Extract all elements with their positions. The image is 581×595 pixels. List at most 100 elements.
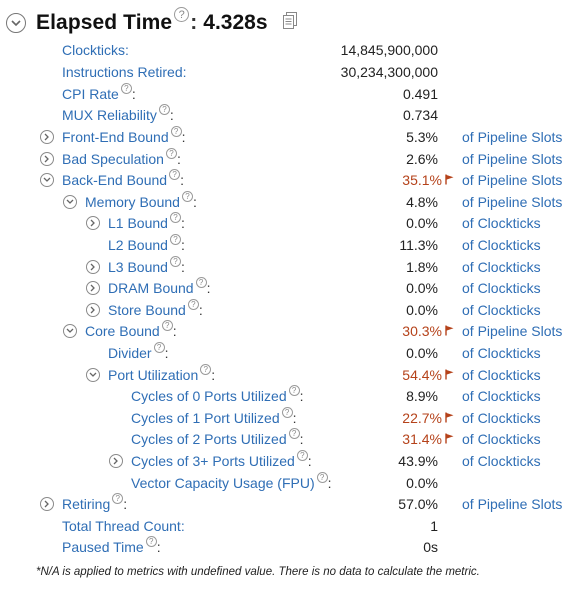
expand-chevron-icon[interactable]: [40, 152, 54, 166]
metric-label[interactable]: CPI Rate?:: [62, 83, 136, 104]
metric-label[interactable]: MUX Reliability?:: [62, 104, 174, 125]
metric-label[interactable]: Back-End Bound?:: [62, 169, 184, 190]
collapse-chevron-icon[interactable]: [63, 324, 77, 338]
metric-unit: of Clockticks: [462, 345, 541, 361]
metric-value-text: 0.0%: [406, 280, 438, 296]
metric-label[interactable]: Vector Capacity Usage (FPU)?:: [131, 472, 332, 493]
metric-row-dram-bound: DRAM Bound?: 0.0% of Clockticks: [0, 277, 581, 300]
metric-value-text: 0.0%: [406, 475, 438, 491]
metric-unit: of Clockticks: [462, 215, 541, 231]
expand-chevron-icon[interactable]: [109, 454, 123, 468]
label-colon: :: [172, 323, 177, 339]
help-icon[interactable]: ?: [316, 472, 328, 483]
help-icon[interactable]: ?: [153, 342, 165, 353]
metric-value: 0.734: [403, 105, 438, 125]
label-colon: :: [164, 345, 169, 361]
flag-icon: [445, 365, 454, 385]
metric-unit: of Clockticks: [462, 431, 541, 447]
expand-chevron-icon[interactable]: [86, 260, 100, 274]
help-icon[interactable]: ?: [169, 256, 181, 267]
metric-label[interactable]: Paused Time?:: [62, 536, 161, 557]
copy-icon[interactable]: [282, 11, 298, 35]
label-colon: :: [206, 280, 211, 296]
metric-value-text: 1.8%: [406, 259, 438, 275]
metric-value-text: 22.7%: [402, 410, 442, 426]
help-icon[interactable]: ?: [200, 364, 212, 375]
metric-row-store-bound: Store Bound?: 0.0% of Clockticks: [0, 299, 581, 322]
help-icon[interactable]: ?: [112, 493, 124, 504]
help-icon[interactable]: ?: [296, 450, 308, 461]
metric-row-paused-time: Paused Time?: 0s: [0, 536, 581, 559]
expand-chevron-icon[interactable]: [86, 303, 100, 317]
help-icon[interactable]: ?: [158, 104, 170, 115]
metric-label[interactable]: Cycles of 0 Ports Utilized?:: [131, 385, 304, 406]
collapse-chevron-icon[interactable]: [63, 195, 77, 209]
metric-label[interactable]: Front-End Bound?:: [62, 126, 186, 147]
help-icon[interactable]: ?: [187, 299, 199, 310]
metric-unit: of Clockticks: [462, 388, 541, 404]
help-icon[interactable]: ?: [161, 320, 173, 331]
help-icon[interactable]: ?: [169, 234, 181, 245]
metric-value: 0.0%: [406, 343, 438, 363]
metric-label-text: CPI Rate: [62, 86, 119, 102]
metric-row-l1-bound: L1 Bound?: 0.0% of Clockticks: [0, 212, 581, 235]
flag-icon: [445, 170, 454, 190]
metric-label-text: Cycles of 1 Port Utilized: [131, 410, 280, 426]
label-colon: :: [180, 259, 185, 275]
metric-value-text: 54.4%: [402, 367, 442, 383]
help-icon[interactable]: ?: [169, 169, 181, 180]
expand-chevron-icon[interactable]: [86, 281, 100, 295]
collapse-chevron-icon[interactable]: [40, 173, 54, 187]
metric-label[interactable]: Cycles of 2 Ports Utilized?:: [131, 428, 304, 449]
footnote: *N/A is applied to metrics with undefine…: [36, 566, 480, 578]
metric-label[interactable]: Core Bound?:: [85, 320, 177, 341]
metric-value-text: 30.3%: [402, 323, 442, 339]
metric-unit: of Pipeline Slots: [462, 496, 563, 512]
metric-row-back-end-bound: Back-End Bound?: 35.1% of Pipeline Slots: [0, 169, 581, 192]
metric-label-text: L2 Bound: [108, 237, 168, 253]
collapse-chevron-icon[interactable]: [6, 13, 26, 33]
expand-chevron-icon[interactable]: [86, 216, 100, 230]
help-icon[interactable]: ?: [169, 212, 181, 223]
flag-icon: [445, 321, 454, 341]
metric-row-l2-bound: L2 Bound?: 11.3% of Clockticks: [0, 234, 581, 257]
label-colon: :: [131, 86, 136, 102]
metric-value: 30,234,300,000: [341, 62, 438, 82]
help-icon[interactable]: ?: [195, 277, 207, 288]
metric-label-text: Total Thread Count:: [62, 518, 185, 534]
expand-chevron-icon[interactable]: [40, 497, 54, 511]
metric-value: 0.0%: [406, 213, 438, 233]
metric-row-divider: Divider?: 0.0% of Clockticks: [0, 342, 581, 365]
help-icon[interactable]: ?: [181, 191, 193, 202]
help-icon[interactable]: ?: [165, 148, 177, 159]
expand-chevron-icon[interactable]: [40, 130, 54, 144]
metric-unit: of Clockticks: [462, 453, 541, 469]
label-colon: :: [307, 453, 312, 469]
metric-label[interactable]: Divider?:: [108, 342, 169, 363]
metric-label[interactable]: Cycles of 1 Port Utilized?:: [131, 407, 297, 428]
help-icon[interactable]: ?: [288, 428, 300, 439]
metric-label[interactable]: Memory Bound?:: [85, 191, 197, 212]
metric-value-text: 4.8%: [406, 194, 438, 210]
metric-label[interactable]: Retiring?:: [62, 493, 127, 514]
help-icon[interactable]: ?: [281, 407, 293, 418]
metric-label[interactable]: Clockticks:: [62, 40, 129, 60]
metric-label[interactable]: Cycles of 3+ Ports Utilized?:: [131, 450, 312, 471]
metric-label[interactable]: Store Bound?:: [108, 299, 203, 320]
metric-label[interactable]: Bad Speculation?:: [62, 148, 181, 169]
elapsed-time-header: Elapsed Time ? : 4.328s: [6, 7, 298, 38]
help-icon[interactable]: ?: [174, 7, 190, 22]
help-icon[interactable]: ?: [120, 83, 132, 94]
metric-label[interactable]: Total Thread Count:: [62, 516, 185, 536]
label-colon: :: [181, 129, 186, 145]
metric-label[interactable]: Port Utilization?:: [108, 364, 215, 385]
collapse-chevron-icon[interactable]: [86, 368, 100, 382]
help-icon[interactable]: ?: [288, 385, 300, 396]
metric-row-cycles-of-1-port-utilized: Cycles of 1 Port Utilized?: 22.7% of Clock…: [0, 407, 581, 430]
metric-unit: of Clockticks: [462, 410, 541, 426]
metric-unit: of Clockticks: [462, 280, 541, 296]
help-icon[interactable]: ?: [170, 126, 182, 137]
metric-label-text: Paused Time: [62, 539, 144, 555]
metric-label[interactable]: L3 Bound?:: [108, 256, 185, 277]
help-icon[interactable]: ?: [145, 536, 157, 547]
